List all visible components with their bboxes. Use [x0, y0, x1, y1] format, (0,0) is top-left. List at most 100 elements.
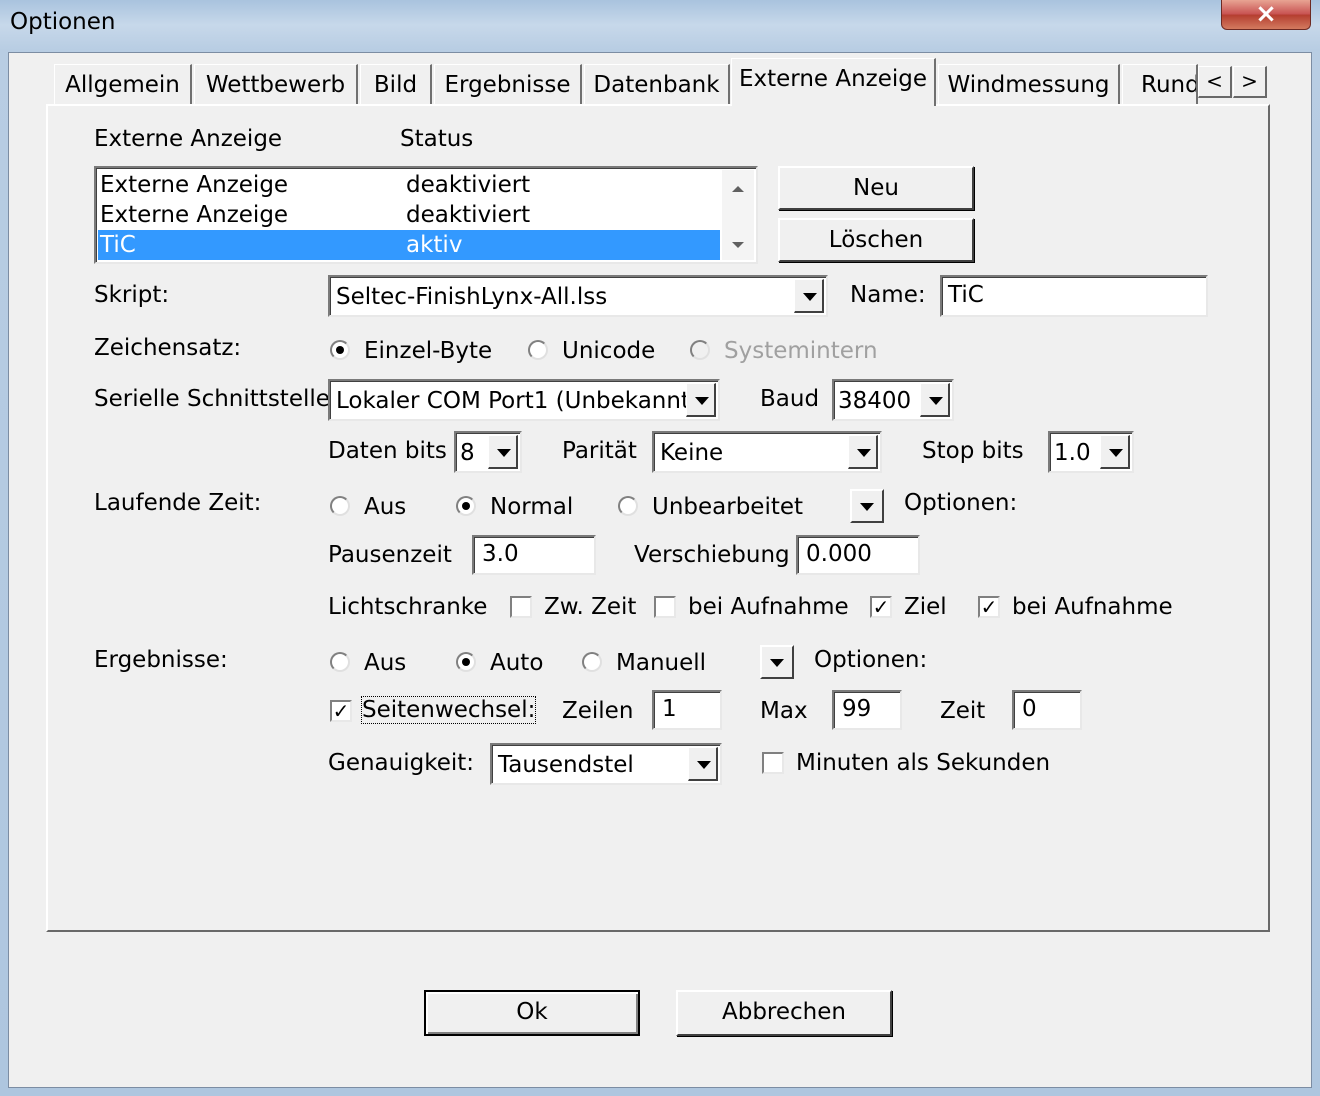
- offset-label: Verschiebung: [634, 542, 790, 568]
- list-item-selected[interactable]: TiC aktiv: [98, 230, 720, 260]
- tab-windmessung[interactable]: Windmessung: [938, 64, 1120, 104]
- running-time-options-dropdown[interactable]: [850, 489, 884, 523]
- results-option-label: Manuell: [616, 650, 707, 676]
- max-input[interactable]: 99: [832, 690, 902, 730]
- charset-radio-single-byte[interactable]: [330, 340, 350, 360]
- results-radio-auto[interactable]: [456, 652, 476, 672]
- max-value: 99: [842, 696, 872, 722]
- finish-checkbox[interactable]: ✓: [870, 596, 892, 618]
- tab-ergebnisse[interactable]: Ergebnisse: [434, 64, 582, 104]
- script-label: Skript:: [94, 282, 170, 308]
- list-header-name: Externe Anzeige: [94, 126, 283, 152]
- serial-port-select[interactable]: Lokaler COM Port1 (Unbekannt): [328, 379, 720, 421]
- list-scrollbar[interactable]: [722, 170, 754, 260]
- running-time-radio-raw[interactable]: [618, 496, 638, 516]
- offset-value: 0.000: [806, 541, 872, 567]
- name-label: Name:: [850, 282, 926, 308]
- precision-label: Genauigkeit:: [328, 750, 475, 776]
- display-listbox[interactable]: Externe Anzeige deaktiviert Externe Anze…: [94, 166, 758, 264]
- list-item-status: aktiv: [406, 232, 463, 258]
- charset-option-label: Einzel-Byte: [364, 338, 493, 364]
- time-input[interactable]: 0: [1012, 690, 1082, 730]
- split-record-label: bei Aufnahme: [688, 594, 849, 620]
- running-time-option-label: Normal: [490, 494, 574, 520]
- time-label: Zeit: [940, 698, 986, 724]
- baud-select[interactable]: 38400: [832, 379, 954, 421]
- name-input[interactable]: TiC: [940, 275, 1208, 317]
- chevron-down-icon[interactable]: [848, 435, 878, 469]
- results-options-dropdown[interactable]: [760, 645, 794, 679]
- tab-rund[interactable]: Rund: [1122, 64, 1198, 104]
- precision-value: Tausendstel: [498, 752, 634, 778]
- list-item-name: Externe Anzeige: [100, 202, 289, 228]
- databits-value: 8: [460, 440, 475, 466]
- results-options-label: Optionen:: [814, 647, 928, 673]
- tab-allgemein[interactable]: Allgemein: [54, 64, 192, 104]
- charset-label: Zeichensatz:: [94, 335, 242, 361]
- list-item-status: deaktiviert: [406, 172, 531, 198]
- name-value: TiC: [948, 282, 984, 308]
- rows-value: 1: [662, 696, 677, 722]
- tab-bild[interactable]: Bild: [360, 64, 432, 104]
- chevron-down-icon[interactable]: [686, 383, 716, 417]
- charset-option-label: Systemintern: [724, 338, 878, 364]
- delete-button[interactable]: Löschen: [778, 218, 974, 262]
- close-button[interactable]: ×: [1221, 0, 1311, 30]
- new-button[interactable]: Neu: [778, 166, 974, 210]
- tab-scroll-right-button[interactable]: >: [1233, 66, 1267, 98]
- tab-datenbank[interactable]: Datenbank: [584, 64, 730, 104]
- running-time-option-label: Unbearbeitet: [652, 494, 804, 520]
- pagebreak-checkbox[interactable]: ✓: [330, 700, 352, 722]
- pause-label: Pausenzeit: [328, 542, 452, 568]
- split-time-label: Zw. Zeit: [544, 594, 637, 620]
- minutes-as-seconds-checkbox[interactable]: [762, 752, 784, 774]
- results-option-label: Aus: [364, 650, 407, 676]
- finish-label: Ziel: [904, 594, 947, 620]
- tab-scroll-left-button[interactable]: <: [1198, 66, 1232, 98]
- stopbits-label: Stop bits: [922, 438, 1024, 464]
- stopbits-select[interactable]: 1.0: [1048, 431, 1134, 473]
- databits-label: Daten bits: [328, 438, 447, 464]
- pause-value: 3.0: [482, 541, 519, 567]
- running-time-radio-off[interactable]: [330, 496, 350, 516]
- pause-input[interactable]: 3.0: [472, 535, 596, 575]
- stopbits-value: 1.0: [1054, 440, 1091, 466]
- finish-record-checkbox[interactable]: ✓: [978, 596, 1000, 618]
- offset-input[interactable]: 0.000: [796, 535, 920, 575]
- max-label: Max: [760, 698, 808, 724]
- list-item[interactable]: Externe Anzeige deaktiviert: [98, 170, 720, 200]
- chevron-down-icon[interactable]: [488, 435, 518, 469]
- tab-wettbewerb[interactable]: Wettbewerb: [194, 64, 358, 104]
- tab-externe-anzeige[interactable]: Externe Anzeige: [731, 58, 936, 106]
- window-title: Optionen: [10, 9, 116, 35]
- baud-value: 38400: [838, 388, 912, 414]
- lightbarrier-label: Lichtschranke: [328, 594, 488, 620]
- chevron-down-icon[interactable]: [794, 279, 824, 313]
- running-time-label: Laufende Zeit:: [94, 490, 262, 516]
- list-item[interactable]: Externe Anzeige deaktiviert: [98, 200, 720, 230]
- script-select[interactable]: Seltec-FinishLynx-All.lss: [328, 275, 828, 317]
- pagebreak-label: Seitenwechsel:: [360, 696, 537, 724]
- charset-radio-unicode[interactable]: [528, 340, 548, 360]
- chevron-down-icon[interactable]: [920, 383, 950, 417]
- list-item-status: deaktiviert: [406, 202, 531, 228]
- cancel-button[interactable]: Abbrechen: [676, 990, 892, 1036]
- precision-select[interactable]: Tausendstel: [490, 743, 722, 785]
- scroll-up-icon: [732, 186, 744, 192]
- results-option-label: Auto: [490, 650, 544, 676]
- chevron-down-icon[interactable]: [688, 747, 718, 781]
- split-time-checkbox[interactable]: [510, 596, 532, 618]
- title-bar[interactable]: Optionen ×: [0, 0, 1320, 46]
- minutes-as-seconds-label: Minuten als Sekunden: [796, 750, 1051, 776]
- chevron-down-icon[interactable]: [1100, 435, 1130, 469]
- databits-select[interactable]: 8: [454, 431, 522, 473]
- rows-input[interactable]: 1: [652, 690, 722, 730]
- running-time-radio-normal[interactable]: [456, 496, 476, 516]
- results-radio-manual[interactable]: [582, 652, 602, 672]
- ok-button[interactable]: Ok: [424, 990, 640, 1036]
- parity-select[interactable]: Keine: [652, 431, 882, 473]
- time-value: 0: [1022, 696, 1037, 722]
- finish-record-label: bei Aufnahme: [1012, 594, 1173, 620]
- results-radio-off[interactable]: [330, 652, 350, 672]
- split-record-checkbox[interactable]: [654, 596, 676, 618]
